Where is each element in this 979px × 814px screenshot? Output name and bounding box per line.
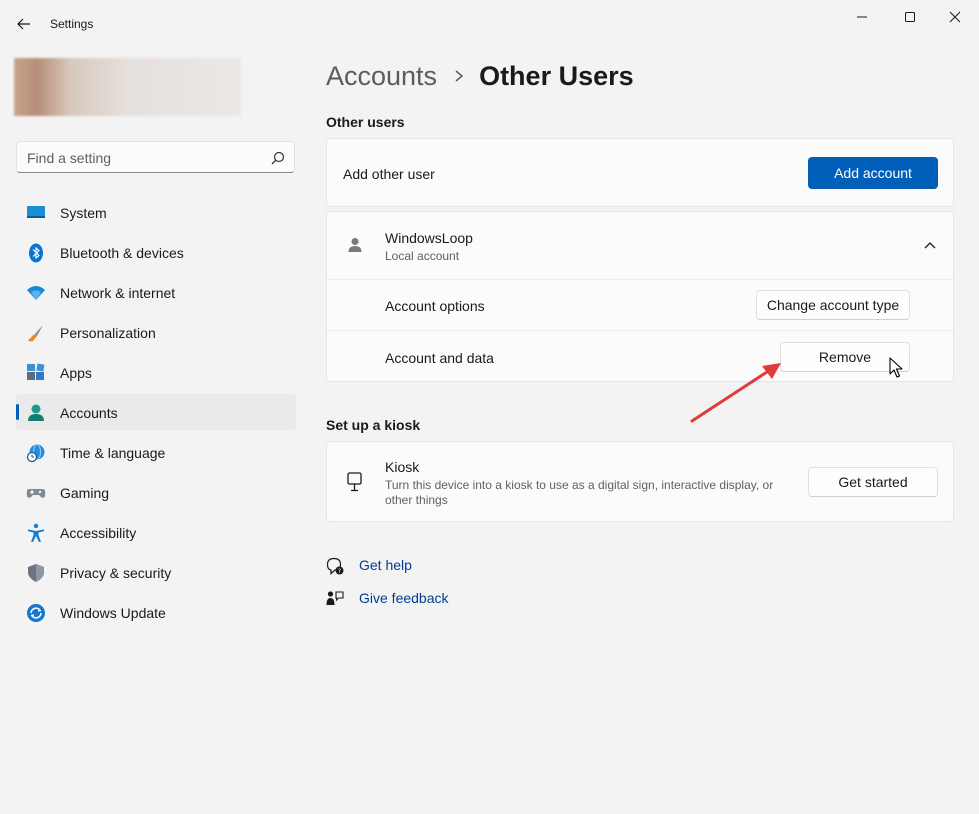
sidebar-item-label: Privacy & security — [60, 565, 172, 581]
user-account-type: Local account — [385, 249, 460, 263]
minimize-icon — [857, 16, 867, 18]
sidebar-item-label: Gaming — [60, 485, 110, 501]
maximize-button[interactable] — [888, 4, 932, 30]
breadcrumb: Accounts Other Users — [326, 58, 634, 94]
kiosk-icon — [347, 472, 362, 492]
shield-icon — [28, 564, 44, 582]
accounts-icon — [28, 404, 44, 421]
change-account-type-button[interactable]: Change account type — [756, 290, 910, 320]
user-card-header[interactable]: WindowsLoop Local account — [327, 212, 953, 279]
maximize-icon — [905, 12, 915, 22]
bluetooth-icon — [29, 243, 43, 263]
sidebar-item-system[interactable]: System — [16, 194, 296, 230]
apps-icon — [27, 363, 45, 380]
sidebar-item-gaming[interactable]: Gaming — [16, 474, 296, 510]
kiosk-card: Kiosk Turn this device into a kiosk to u… — [326, 441, 954, 522]
add-other-user-card: Add other user Add account — [326, 138, 954, 207]
kiosk-description-line1: Turn this device into a kiosk to use as … — [385, 478, 774, 492]
sidebar-item-label: Windows Update — [60, 605, 166, 621]
sidebar-item-label: Accounts — [60, 405, 118, 421]
sidebar-item-label: Network & internet — [60, 285, 176, 301]
user-name: WindowsLoop — [385, 230, 473, 246]
divider — [327, 279, 953, 280]
back-arrow-icon — [17, 18, 30, 30]
sidebar-item-windows-update[interactable]: Windows Update — [16, 594, 296, 630]
give-feedback-label[interactable]: Give feedback — [359, 590, 449, 606]
svg-text:?: ? — [338, 568, 341, 575]
annotation-arrow — [690, 363, 781, 423]
sidebar-item-label: Apps — [60, 365, 92, 381]
title-bar: Settings — [0, 0, 979, 48]
get-started-button[interactable]: Get started — [808, 467, 938, 497]
search-input[interactable] — [27, 148, 257, 168]
minimize-button[interactable] — [840, 4, 884, 30]
wifi-icon — [27, 286, 45, 300]
feedback-icon — [326, 591, 344, 605]
get-help-label[interactable]: Get help — [359, 557, 412, 573]
sidebar-item-label: System — [60, 205, 107, 221]
close-button[interactable] — [933, 4, 977, 30]
account-and-data-label: Account and data — [385, 350, 494, 366]
account-options-label: Account options — [385, 298, 485, 314]
kiosk-description-line2: other things — [385, 493, 448, 507]
get-help-link[interactable]: ? Get help — [326, 556, 446, 576]
app-title: Settings — [50, 17, 94, 31]
sidebar-item-network[interactable]: Network & internet — [16, 274, 296, 310]
sidebar-item-label: Bluetooth & devices — [60, 245, 184, 261]
sidebar-item-accessibility[interactable]: Accessibility — [16, 514, 296, 550]
sidebar-item-time-language[interactable]: Time & language — [16, 434, 296, 470]
help-icon: ? — [326, 557, 344, 575]
close-icon — [949, 11, 961, 23]
sidebar-item-accounts[interactable]: Accounts — [16, 394, 296, 430]
section-title-kiosk: Set up a kiosk — [326, 417, 421, 433]
sidebar-item-label: Time & language — [60, 445, 166, 461]
mouse-cursor-icon — [889, 357, 903, 378]
update-icon — [27, 604, 45, 622]
sidebar-item-label: Personalization — [60, 325, 156, 341]
search-icon[interactable] — [270, 150, 286, 166]
search-box[interactable] — [16, 141, 295, 173]
gamepad-icon — [26, 489, 46, 498]
accessibility-icon — [28, 523, 44, 542]
section-title-other-users: Other users — [326, 114, 405, 130]
sidebar-item-privacy-security[interactable]: Privacy & security — [16, 554, 296, 590]
paintbrush-icon — [28, 325, 43, 342]
chevron-right-icon — [455, 70, 464, 82]
sidebar-item-bluetooth[interactable]: Bluetooth & devices — [16, 234, 296, 270]
user-avatar-icon — [348, 238, 362, 252]
kiosk-title: Kiosk — [385, 459, 420, 475]
page-title: Other Users — [479, 60, 634, 91]
profile-picture[interactable] — [14, 58, 241, 116]
globe-clock-icon — [26, 444, 45, 463]
sidebar-nav: System Bluetooth & devices Network & int… — [16, 194, 296, 634]
breadcrumb-parent[interactable]: Accounts — [326, 61, 437, 92]
system-monitor-icon — [27, 206, 45, 218]
back-button[interactable] — [10, 12, 38, 36]
give-feedback-link[interactable]: Give feedback — [326, 589, 466, 609]
add-account-button[interactable]: Add account — [808, 157, 938, 189]
sidebar-item-apps[interactable]: Apps — [16, 354, 296, 390]
user-card: WindowsLoop Local account Account option… — [326, 211, 954, 382]
chevron-up-icon[interactable] — [923, 239, 937, 251]
add-other-user-label: Add other user — [343, 166, 435, 182]
sidebar-item-personalization[interactable]: Personalization — [16, 314, 296, 350]
sidebar-item-label: Accessibility — [60, 525, 137, 541]
divider — [327, 330, 953, 331]
